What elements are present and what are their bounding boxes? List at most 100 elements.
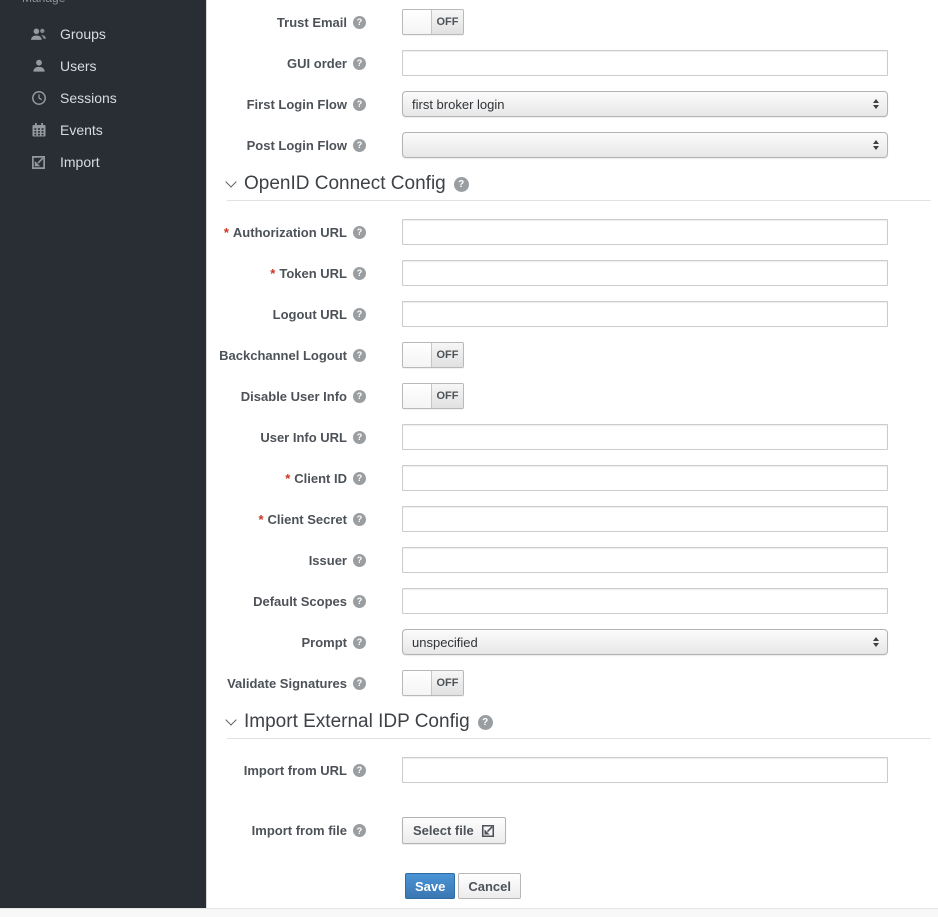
help-icon[interactable] (478, 715, 493, 730)
sidebar-nav: Groups Users Sessions (0, 18, 206, 178)
section-header-oidc-config[interactable]: OpenID Connect Config (227, 173, 938, 195)
cancel-button[interactable]: Cancel (458, 873, 521, 899)
field-label: * Token URL (207, 266, 402, 281)
form-row-backchannel-logout: Backchannel Logout OFF (207, 342, 938, 368)
section-divider (227, 738, 931, 739)
required-marker: * (258, 512, 263, 527)
client-id-input[interactable] (402, 465, 888, 491)
form-row-import-from-url: Import from URL (207, 757, 938, 783)
form-row-token-url: * Token URL (207, 260, 938, 286)
field-label: Trust Email (207, 15, 402, 30)
toggle-knob (403, 671, 432, 695)
import-from-url-input[interactable] (402, 757, 888, 783)
user-icon (30, 58, 47, 75)
form-row-prompt: Prompt unspecified (207, 629, 938, 655)
toggle-knob (403, 10, 432, 34)
sidebar-section-label: Manage (22, 0, 206, 7)
help-icon[interactable] (353, 595, 366, 608)
post-login-flow-select[interactable] (402, 132, 888, 158)
form-row-client-secret: * Client Secret (207, 506, 938, 532)
field-label: * Client ID (207, 471, 402, 486)
sidebar-item-sessions[interactable]: Sessions (0, 82, 206, 114)
field-label: * Client Secret (207, 512, 402, 527)
select-file-button[interactable]: Select file (402, 817, 506, 844)
calendar-icon (30, 122, 47, 139)
form-row-first-login-flow: First Login Flow first broker login (207, 91, 938, 117)
token-url-input[interactable] (402, 260, 888, 286)
sidebar-item-groups[interactable]: Groups (0, 18, 206, 50)
sidebar: Manage Groups Users (0, 0, 206, 908)
authorization-url-input[interactable] (402, 219, 888, 245)
toggle-state-label: OFF (432, 671, 463, 695)
import-icon (30, 154, 47, 171)
form-row-logout-url: Logout URL (207, 301, 938, 327)
help-icon[interactable] (353, 308, 366, 321)
field-label: Backchannel Logout (207, 348, 402, 363)
select-arrows-icon (873, 637, 879, 647)
import-icon (481, 824, 495, 838)
idp-settings-form: Trust Email OFF GUI order First Login Fl… (206, 0, 938, 908)
issuer-input[interactable] (402, 547, 888, 573)
sidebar-item-label: Events (60, 122, 103, 138)
help-icon[interactable] (353, 764, 366, 777)
help-icon[interactable] (454, 177, 469, 192)
sidebar-item-events[interactable]: Events (0, 114, 206, 146)
required-marker: * (270, 266, 275, 281)
section-title: OpenID Connect Config (244, 173, 446, 195)
field-label: GUI order (207, 56, 402, 71)
help-icon[interactable] (353, 390, 366, 403)
logout-url-input[interactable] (402, 301, 888, 327)
prompt-select[interactable]: unspecified (402, 629, 888, 655)
help-icon[interactable] (353, 226, 366, 239)
form-row-issuer: Issuer (207, 547, 938, 573)
toggle-knob (403, 343, 432, 367)
client-secret-input[interactable] (402, 506, 888, 532)
help-icon[interactable] (353, 636, 366, 649)
help-icon[interactable] (353, 267, 366, 280)
save-button[interactable]: Save (405, 873, 455, 899)
help-icon[interactable] (353, 349, 366, 362)
sidebar-item-users[interactable]: Users (0, 50, 206, 82)
disable-user-info-toggle[interactable]: OFF (402, 383, 464, 409)
help-icon[interactable] (353, 57, 366, 70)
toggle-state-label: OFF (432, 384, 463, 408)
trust-email-toggle[interactable]: OFF (402, 9, 464, 35)
help-icon[interactable] (353, 824, 366, 837)
form-row-default-scopes: Default Scopes (207, 588, 938, 614)
sidebar-item-import[interactable]: Import (0, 146, 206, 178)
selected-value: first broker login (412, 97, 504, 112)
select-file-label: Select file (413, 823, 474, 838)
chevron-down-icon (225, 714, 236, 725)
first-login-flow-select[interactable]: first broker login (402, 91, 888, 117)
help-icon[interactable] (353, 554, 366, 567)
field-label: Validate Signatures (207, 676, 402, 691)
form-row-trust-email: Trust Email OFF (207, 9, 938, 35)
validate-signatures-toggle[interactable]: OFF (402, 670, 464, 696)
sidebar-item-label: Sessions (60, 90, 117, 106)
form-row-client-id: * Client ID (207, 465, 938, 491)
help-icon[interactable] (353, 98, 366, 111)
sidebar-item-label: Users (60, 58, 97, 74)
help-icon[interactable] (353, 16, 366, 29)
chevron-down-icon (225, 176, 236, 187)
required-marker: * (285, 471, 290, 486)
help-icon[interactable] (353, 677, 366, 690)
gui-order-input[interactable] (402, 50, 888, 76)
user-info-url-input[interactable] (402, 424, 888, 450)
toggle-state-label: OFF (432, 10, 463, 34)
section-header-import-idp-config[interactable]: Import External IDP Config (227, 711, 938, 733)
help-icon[interactable] (353, 513, 366, 526)
help-icon[interactable] (353, 139, 366, 152)
form-row-authorization-url: * Authorization URL (207, 219, 938, 245)
clock-icon (30, 90, 47, 107)
field-label: Issuer (207, 553, 402, 568)
help-icon[interactable] (353, 472, 366, 485)
form-row-validate-signatures: Validate Signatures OFF (207, 670, 938, 696)
backchannel-logout-toggle[interactable]: OFF (402, 342, 464, 368)
section-title: Import External IDP Config (244, 711, 470, 733)
field-label: Import from file (207, 823, 402, 838)
help-icon[interactable] (353, 431, 366, 444)
default-scopes-input[interactable] (402, 588, 888, 614)
field-label: Post Login Flow (207, 138, 402, 153)
page-bottom-strip (0, 908, 938, 917)
